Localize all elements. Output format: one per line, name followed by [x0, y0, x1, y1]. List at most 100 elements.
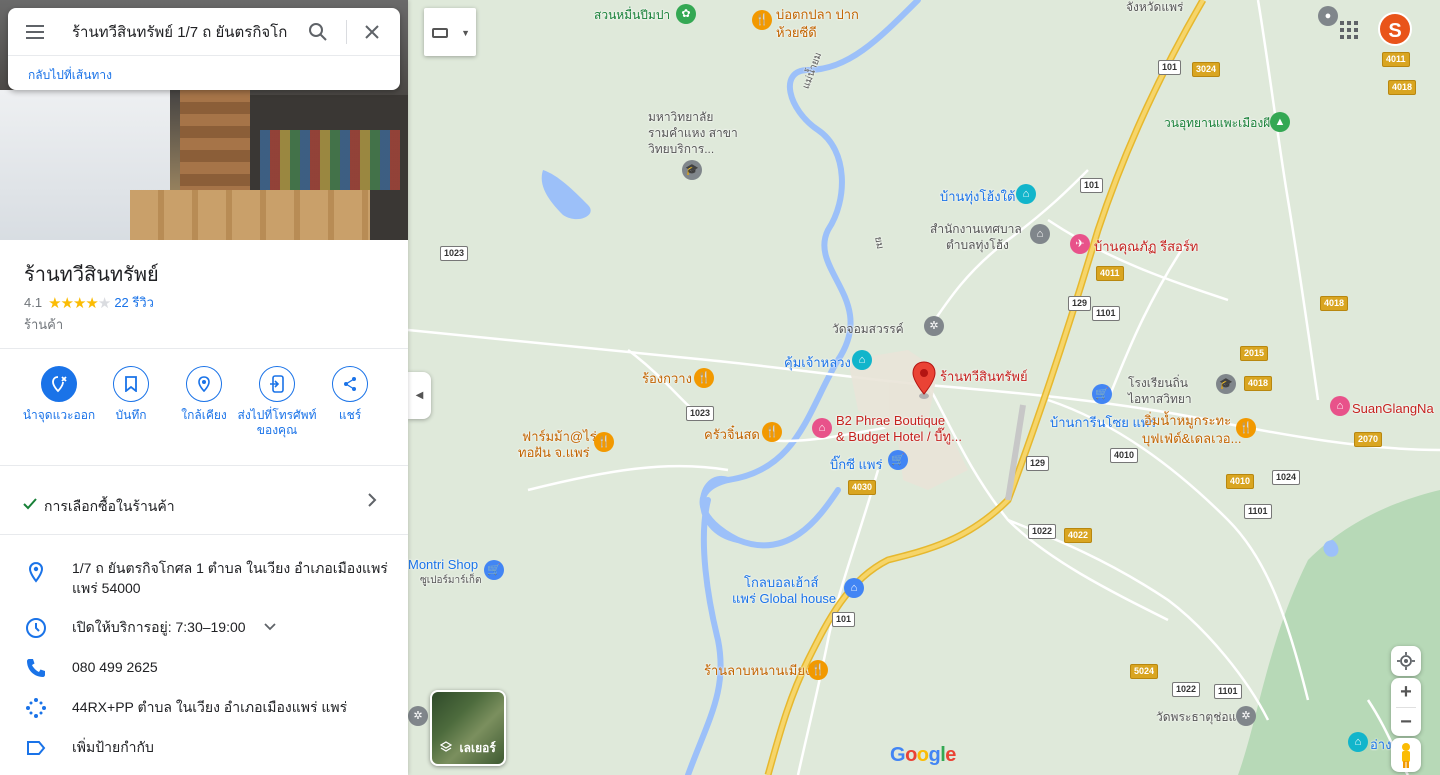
restaurant-icon[interactable]: 🍴 [594, 432, 614, 452]
map-label[interactable]: บ้านการีนโซย แพร่ [1050, 416, 1156, 430]
map-label[interactable]: ฟาร์มม้า@ไร่ [522, 430, 597, 444]
map-label[interactable]: บ่อตกปลา ปาก [776, 8, 859, 22]
keyboard-shortcuts-button[interactable]: ▼ [424, 8, 476, 56]
map-label[interactable]: อิ่มน้ำหมูกระทะ [1144, 414, 1231, 428]
park-icon[interactable]: ✿ [676, 4, 696, 24]
zoom-out-button[interactable]: − [1391, 708, 1421, 737]
school-icon[interactable]: 🎓 [682, 160, 702, 180]
restaurant-icon[interactable]: 🍴 [808, 660, 828, 680]
reviews-link[interactable]: 22 รีวิว [114, 292, 154, 313]
map-label[interactable]: อ่าง [1370, 738, 1391, 752]
map-label[interactable]: Montri Shop [408, 558, 478, 572]
send-to-phone-button[interactable]: ส่งไปที่โทรศัพท์ของคุณ [237, 366, 317, 438]
shopping-icon[interactable]: 🛒 [484, 560, 504, 580]
map-canvas[interactable]: สวนหมื่นปีมปา ✿ 🍴 บ่อตกปลา ปาก ห้วยซีดี … [408, 0, 1440, 775]
map-label[interactable]: บิ๊กซี แพร่ [830, 458, 883, 472]
road-shield: 4018 [1320, 296, 1349, 311]
dropdown-caret-icon: ▼ [461, 28, 470, 38]
restaurant-icon[interactable]: 🍴 [762, 422, 782, 442]
school-icon[interactable]: 🎓 [1216, 374, 1236, 394]
save-button[interactable]: บันทึก [91, 366, 171, 423]
road-shield: 129 [1026, 456, 1050, 471]
map-label[interactable]: SuanGlangNa [1352, 402, 1434, 416]
map-label[interactable]: วัดพระธาตุช่อแฮ [1156, 710, 1244, 724]
road-shield: 101 [1080, 178, 1104, 193]
map-label[interactable]: B2 Phrae Boutique [836, 414, 945, 428]
hotel-icon[interactable]: ⌂ [812, 418, 832, 438]
shopping-icon[interactable]: 🛒 [888, 450, 908, 470]
hours-row[interactable]: เปิดให้บริการอยู่: 7:30–19:00 [0, 616, 408, 638]
map-label[interactable]: สวนหมื่นปีมปา [594, 8, 670, 22]
tree-icon[interactable]: ▲ [1270, 112, 1290, 132]
map-label[interactable]: คุ้มเจ้าหลวง [784, 356, 851, 370]
map-label: บุฟเฟ่ต์&เดลเวอ... [1142, 431, 1242, 446]
remove-stop-button[interactable]: นำจุดแวะออก [19, 366, 99, 423]
map-label[interactable]: มหาวิทยาลัย [648, 110, 713, 124]
street-view-pegman-icon[interactable] [1391, 738, 1421, 772]
map-label[interactable]: โรงเรียนถิ่น [1128, 376, 1188, 390]
museum-icon[interactable]: ⌂ [852, 350, 872, 370]
search-icon[interactable] [308, 22, 328, 42]
plus-code-row[interactable]: 44RX+PP ตำบล ในเวียง อำเภอเมืองแพร่ แพร่ [0, 696, 408, 718]
road-shield: 4018 [1388, 80, 1417, 95]
shopping-icon[interactable]: 🛒 [1092, 384, 1112, 404]
layers-button[interactable]: เลเยอร์ [430, 690, 506, 766]
address-row[interactable]: 1/7 ถ ยันตรกิจโกศล 1 ตำบล ในเวียง อำเภอเ… [0, 558, 408, 598]
phone-row[interactable]: 080 499 2625 [0, 656, 408, 678]
landmark-icon[interactable]: ⌂ [1016, 184, 1036, 204]
menu-icon[interactable] [26, 25, 44, 39]
road-shield: 4018 [1244, 376, 1273, 391]
chevron-down-icon[interactable] [262, 618, 278, 634]
rating-value: 4.1 [24, 295, 43, 310]
temple-icon[interactable]: ✲ [924, 316, 944, 336]
place-category[interactable]: ร้านค้า [24, 314, 63, 335]
map-label[interactable]: วัดจอมสวรรค์ [832, 322, 904, 336]
map-label: ไอทาสวิทยา [1128, 392, 1192, 406]
map-label[interactable]: ร้านลาบหนานเมียง [704, 664, 811, 678]
road-shield: 4030 [848, 480, 877, 495]
search-input[interactable] [72, 20, 288, 44]
landmark-icon[interactable]: ⌂ [1348, 732, 1368, 752]
location-pin-icon [28, 561, 44, 583]
my-location-button[interactable] [1391, 646, 1421, 676]
add-label-row[interactable]: เพิ่มป้ายกำกับ [0, 736, 408, 758]
chevron-left-icon: ◀ [415, 390, 424, 401]
hotel-icon[interactable]: ⌂ [1330, 396, 1350, 416]
back-to-directions-link[interactable]: กลับไปที่เส้นทาง [28, 66, 112, 85]
close-icon[interactable] [364, 24, 380, 40]
map-label: แพร่ Global house [732, 591, 837, 606]
selected-place-label[interactable]: ร้านทวีสินทรัพย์ [940, 370, 1028, 384]
selected-place-pin-icon[interactable] [910, 360, 938, 400]
map-label[interactable]: จังหวัดแพร่ [1126, 0, 1183, 14]
road-shield: 3024 [1192, 62, 1221, 77]
map-label[interactable]: ครัวจิ๋นสด [704, 428, 760, 442]
temple-icon[interactable]: ✲ [408, 706, 428, 726]
store-icon[interactable]: ⌂ [844, 578, 864, 598]
road-shield: 1023 [440, 246, 469, 261]
reservoir [541, 170, 591, 220]
map-label[interactable]: วนอุทยานแพะเมืองผี [1164, 116, 1270, 130]
map-label[interactable]: บ้านทุ่งโฮ้งใต้ [940, 190, 1015, 204]
in-store-shopping-row[interactable]: การเลือกซื้อในร้านค้า [0, 480, 408, 526]
nearby-button[interactable]: ใกล้เคียง [164, 366, 244, 423]
restaurant-icon[interactable]: 🍴 [694, 368, 714, 388]
temple-icon[interactable]: ✲ [1236, 706, 1256, 726]
apps-grid-icon[interactable] [1339, 20, 1359, 40]
map-label[interactable]: บ้านคุณภัฏ รีสอร์ท [1094, 240, 1198, 254]
road-shield: 1022 [1028, 524, 1057, 539]
map-label[interactable]: โกลบอลเฮ้าส์ [744, 576, 818, 590]
map-label[interactable]: ร้องกวาง [642, 372, 692, 386]
map-label[interactable]: สำนักงานเทศบาล [930, 222, 1022, 236]
action-label: นำจุดแวะออก [22, 408, 96, 422]
action-label: บันทึก [115, 408, 147, 422]
share-button[interactable]: แชร์ [310, 366, 390, 423]
zoom-in-button[interactable]: + [1391, 678, 1421, 707]
location-pin-icon[interactable]: ● [1318, 6, 1338, 26]
account-avatar[interactable]: S [1378, 12, 1412, 46]
restaurant-icon[interactable]: 🍴 [752, 10, 772, 30]
restaurant-icon[interactable]: 🍴 [1236, 418, 1256, 438]
government-icon[interactable]: ⌂ [1030, 224, 1050, 244]
collapse-panel-button[interactable]: ◀ [408, 372, 431, 419]
hotel-icon[interactable]: ✈ [1070, 234, 1090, 254]
map-label: รามคำแหง สาขา [648, 126, 738, 140]
